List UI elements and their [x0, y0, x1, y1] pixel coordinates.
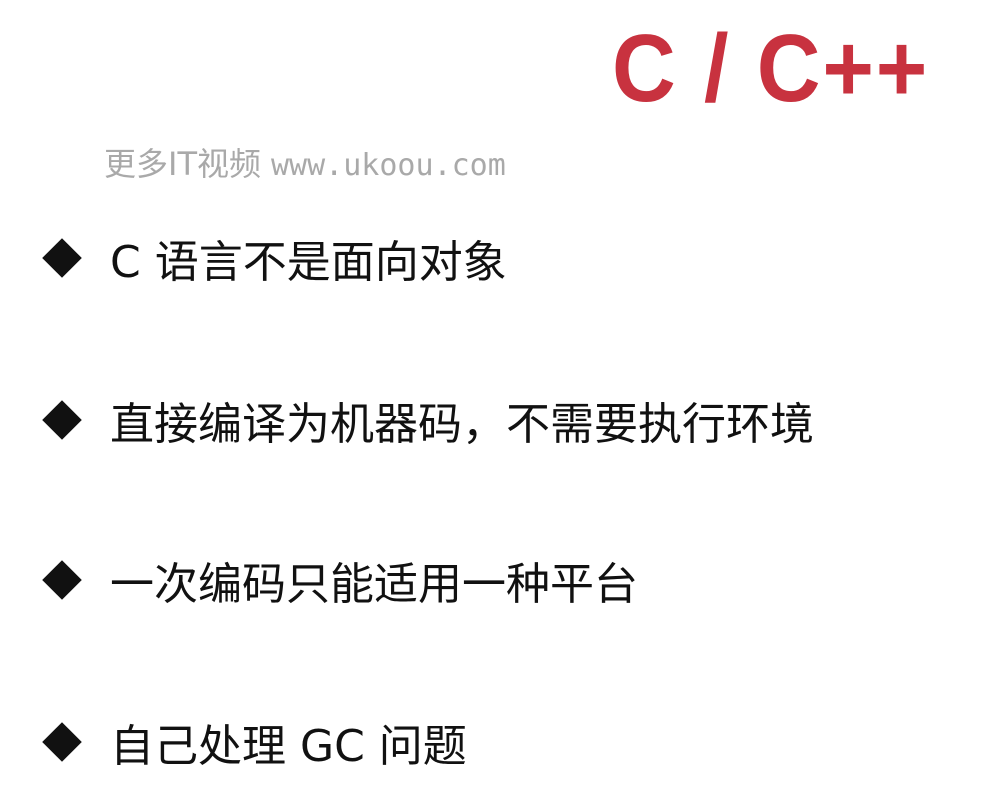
bullet-item: 一次编码只能适用一种平台 — [40, 550, 638, 610]
diamond-bullet-icon — [42, 400, 82, 440]
bullet-text: 一次编码只能适用一种平台 — [110, 559, 638, 610]
bullet-text: 直接编译为机器码，不需要执行环境 — [110, 399, 814, 450]
watermark-url: www.ukoou.com — [271, 148, 506, 183]
bullet-item: 直接编译为机器码，不需要执行环境 — [40, 390, 814, 450]
bullet-item: 自己处理 GC 问题 — [40, 712, 467, 772]
bullet-text: C 语言不是面向对象 — [110, 237, 507, 288]
watermark: 更多IT视频 www.ukoou.com — [104, 142, 506, 188]
diamond-bullet-icon — [42, 722, 82, 762]
bullet-text: 自己处理 GC 问题 — [110, 721, 467, 772]
watermark-text: 更多IT视频 — [104, 145, 261, 183]
bullet-item: C 语言不是面向对象 — [40, 228, 507, 288]
diamond-bullet-icon — [42, 560, 82, 600]
slide-title: C / C++ — [612, 15, 930, 122]
diamond-bullet-icon — [42, 238, 82, 278]
